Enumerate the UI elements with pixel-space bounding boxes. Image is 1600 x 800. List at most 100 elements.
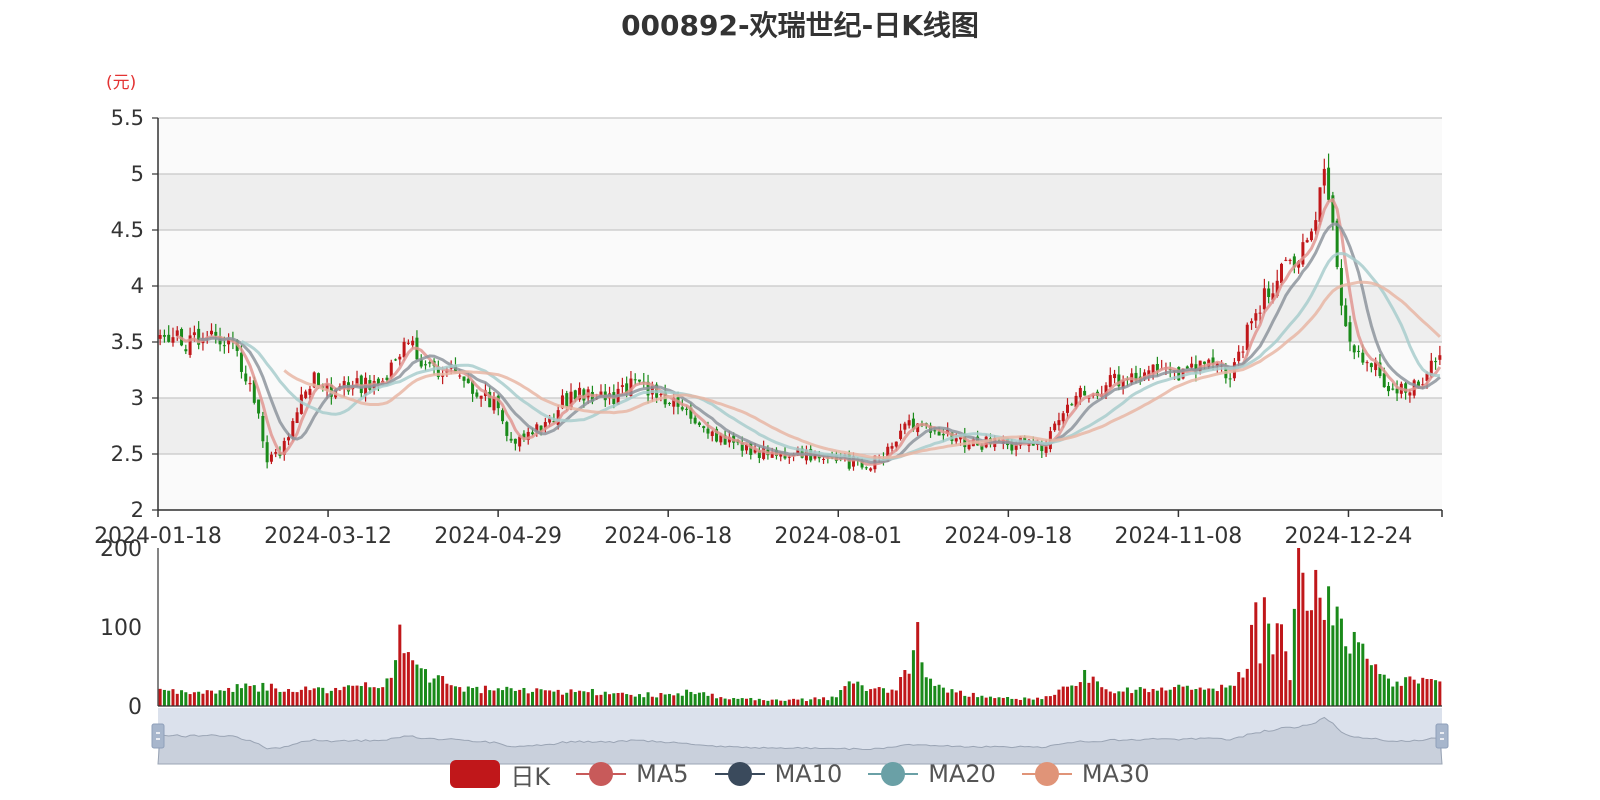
volume-bar: [1241, 677, 1245, 706]
volume-bar: [590, 688, 594, 706]
candle-body: [697, 422, 701, 426]
volume-bar: [415, 664, 419, 706]
volume-bar: [1288, 680, 1292, 706]
candle-body: [505, 422, 509, 436]
volume-bar: [569, 689, 573, 706]
volume-bar: [745, 698, 748, 706]
volume-bar: [244, 683, 248, 706]
volume-bar: [1305, 610, 1309, 706]
candle-body: [458, 375, 462, 377]
volume-bar: [680, 695, 684, 706]
legend-item-ma10[interactable]: MA10: [714, 760, 842, 788]
candle-body: [903, 423, 907, 430]
volume-bar: [299, 689, 303, 706]
volume-bar: [697, 692, 701, 706]
volume-bar: [1220, 684, 1224, 706]
volume-bar: [779, 700, 783, 706]
candle-body: [693, 417, 697, 424]
volume-bar: [1014, 698, 1018, 706]
candle-body: [907, 420, 911, 426]
candle-body: [633, 379, 637, 381]
legend-label-ma20: MA20: [928, 760, 996, 788]
price-grid-band: [158, 230, 1442, 286]
slider-handle-left[interactable]: [151, 723, 165, 749]
volume-bar: [1237, 672, 1241, 706]
volume-bar: [834, 697, 838, 706]
volume-bar: [368, 687, 372, 706]
price-grid-band: [158, 454, 1442, 510]
volume-bar: [993, 698, 997, 706]
volume-bar: [1322, 619, 1326, 706]
price-grid-band: [158, 286, 1442, 342]
candle-body: [1314, 220, 1318, 231]
volume-bar: [1374, 664, 1378, 706]
candle-body: [171, 337, 175, 343]
volume-bar: [274, 688, 278, 706]
candle-body: [269, 454, 273, 462]
volume-bar: [342, 686, 346, 706]
volume-bar: [984, 697, 988, 706]
volume-bar: [449, 685, 453, 706]
volume-bar: [749, 697, 753, 706]
candle-body: [1108, 375, 1112, 388]
volume-bar: [693, 694, 697, 706]
candle-body: [274, 452, 278, 454]
volume-bar: [1284, 651, 1288, 706]
candle-body: [265, 442, 269, 463]
volume-bar: [389, 677, 393, 706]
volume-bar: [466, 686, 470, 706]
candle-body: [398, 356, 402, 360]
legend-item-ma30[interactable]: MA30: [1021, 760, 1150, 788]
candle-body: [1391, 388, 1395, 390]
volume-bar: [852, 683, 855, 706]
volume-bar: [1335, 606, 1339, 706]
volume-bar: [924, 677, 928, 706]
volume-bar: [719, 697, 723, 706]
price-grid-band: [158, 174, 1442, 230]
candle-body: [175, 330, 179, 336]
volume-bar: [505, 686, 509, 706]
legend-item-ma5[interactable]: MA5: [576, 760, 689, 788]
volume-bar: [736, 698, 740, 706]
legend-swatch-ma30: [1021, 760, 1072, 788]
volume-bar: [770, 699, 774, 706]
slider-handle-right[interactable]: [1435, 723, 1449, 749]
legend-item-k[interactable]: 日K: [450, 757, 550, 792]
candle-body: [308, 388, 312, 395]
volume-bar: [184, 692, 188, 706]
volume-bar: [976, 697, 980, 706]
candle-body: [304, 391, 308, 398]
candle-body: [1344, 305, 1348, 327]
legend-item-ma20[interactable]: MA20: [868, 760, 996, 788]
volume-bar: [158, 688, 162, 706]
volume-bar: [963, 695, 967, 706]
volume-bar: [509, 688, 513, 706]
volume-bar: [822, 697, 826, 706]
volume-bar: [1275, 623, 1279, 706]
volume-bar: [723, 698, 727, 706]
volume-bar: [445, 683, 449, 706]
volume-bar: [291, 691, 295, 706]
volume-bar: [929, 678, 933, 706]
volume-bar: [916, 622, 920, 706]
candle-body: [1245, 324, 1249, 351]
volume-bar: [1040, 699, 1044, 706]
volume-bar: [171, 689, 175, 706]
volume-bar: [180, 690, 184, 706]
x-axis-tick-label: 2024-09-18: [944, 524, 1072, 549]
volume-bar: [650, 696, 654, 706]
volume-bar: [1344, 646, 1348, 706]
candle-body: [638, 379, 641, 382]
candle-body: [869, 468, 873, 471]
volume-bar: [432, 678, 436, 706]
volume-bar: [1053, 694, 1057, 706]
volume-bar: [1232, 685, 1236, 706]
candle-body: [680, 407, 684, 410]
candle-body: [402, 341, 406, 358]
volume-bar: [471, 688, 475, 706]
volume-bar: [638, 694, 641, 706]
volume-bar: [954, 692, 958, 706]
volume-bar: [1314, 569, 1318, 706]
volume-bar: [205, 690, 209, 706]
volume-bar: [518, 689, 522, 706]
